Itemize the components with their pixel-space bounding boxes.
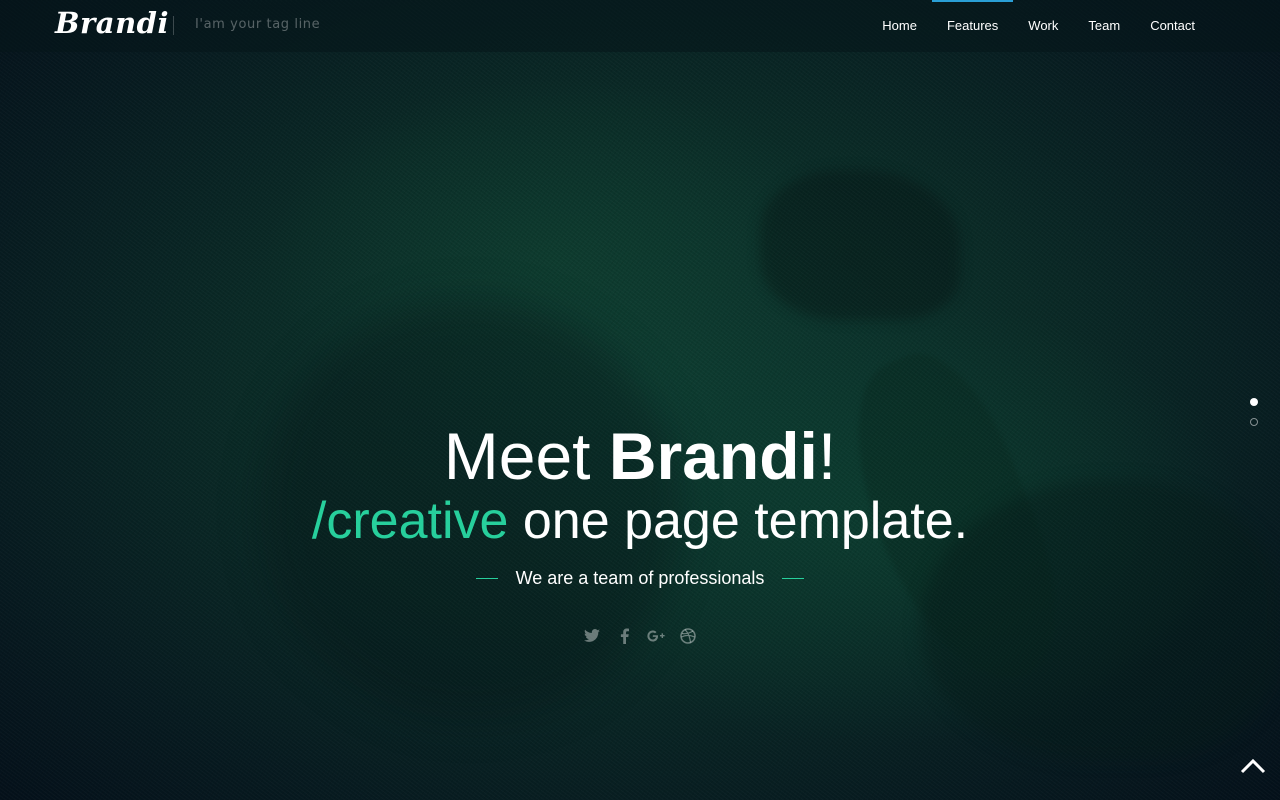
dribbble-icon[interactable] xyxy=(678,624,698,648)
slider-dot-1[interactable] xyxy=(1250,398,1258,406)
hero-subheadline: /creative one page template. xyxy=(0,488,1280,554)
hero-section: Brandi I'am your tag line Home Features … xyxy=(0,0,1280,800)
nav-work[interactable]: Work xyxy=(1013,0,1073,52)
subline-accent: /creative xyxy=(311,492,509,550)
nav-home[interactable]: Home xyxy=(867,0,932,52)
background-shape xyxy=(760,170,960,320)
social-links xyxy=(0,624,1280,648)
tagline-rule-left xyxy=(475,577,498,579)
main-nav: Home Features Work Team Contact xyxy=(867,0,1210,52)
nav-contact[interactable]: Contact xyxy=(1135,0,1210,52)
scroll-top-button[interactable] xyxy=(1240,758,1266,774)
hero-headline: Meet Brandi! xyxy=(0,418,1280,494)
slider-dot-2[interactable] xyxy=(1250,418,1258,426)
tagline-rule-right xyxy=(782,577,805,579)
brand-logo[interactable]: Brandi xyxy=(55,6,169,40)
facebook-icon[interactable] xyxy=(614,624,634,648)
headline-suffix: ! xyxy=(817,419,837,493)
nav-team[interactable]: Team xyxy=(1073,0,1135,52)
logo-divider xyxy=(173,16,174,35)
hero-tagline-row: We are a team of professionals xyxy=(0,564,1280,592)
hero-tagline: We are a team of professionals xyxy=(515,567,765,588)
chevron-up-icon xyxy=(1240,758,1266,774)
background-grain xyxy=(0,0,1280,800)
site-tagline: I'am your tag line xyxy=(195,17,321,32)
slider-pagination xyxy=(1250,398,1258,438)
headline-brand: Brandi xyxy=(608,419,818,493)
twitter-icon[interactable] xyxy=(582,624,602,648)
headline-prefix: Meet xyxy=(443,419,609,493)
top-navbar: Brandi I'am your tag line Home Features … xyxy=(0,0,1280,52)
nav-features[interactable]: Features xyxy=(931,0,1014,52)
google-plus-icon[interactable] xyxy=(646,624,666,648)
subline-rest: one page template. xyxy=(508,492,969,550)
